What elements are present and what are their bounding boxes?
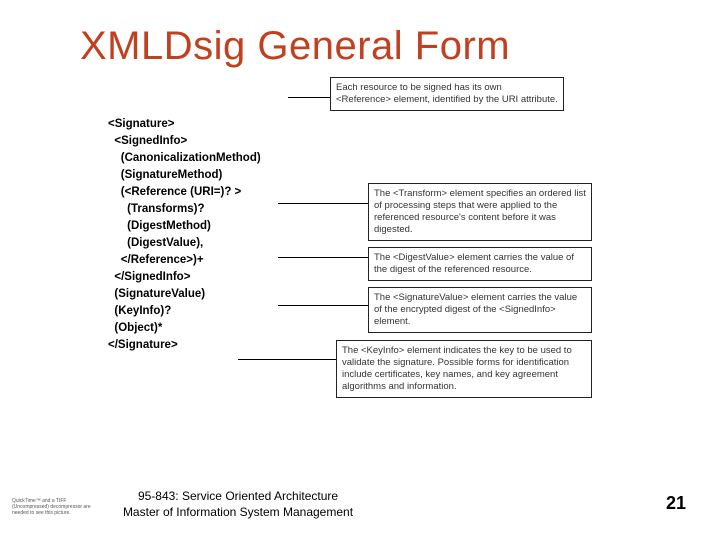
code-line: <Signature>: [108, 118, 174, 130]
callout-reference-uri: Each resource to be signed has its own <…: [330, 77, 564, 111]
code-line: (DigestValue),: [108, 237, 203, 249]
code-line: (Transforms)?: [108, 203, 205, 215]
diagram-area: <Signature> <SignedInfo> (Canonicalizati…: [108, 99, 648, 439]
connector-line: [288, 97, 330, 98]
page-number: 21: [666, 493, 686, 514]
code-line: (<Reference (URI=)? >: [108, 186, 241, 198]
connector-line: [278, 203, 368, 204]
code-line: (SignatureMethod): [108, 169, 222, 181]
code-line: (SignatureValue): [108, 288, 205, 300]
footer-course-info: 95-843: Service Oriented Architecture Ma…: [108, 488, 368, 520]
connector-line: [238, 359, 336, 360]
code-line: </Signature>: [108, 339, 178, 351]
footer-dept: Master of Information System Management: [108, 504, 368, 520]
slide-title: XMLDsig General Form: [0, 0, 720, 69]
quicktime-placeholder-text: QuickTime™ and a TIFF (Uncompressed) dec…: [12, 498, 92, 516]
code-line: (KeyInfo)?: [108, 305, 171, 317]
callout-digestvalue: The <DigestValue> element carries the va…: [368, 247, 592, 281]
footer-course: 95-843: Service Oriented Architecture: [108, 488, 368, 504]
callout-keyinfo: The <KeyInfo> element indicates the key …: [336, 340, 592, 398]
connector-line: [278, 305, 368, 306]
code-line: <SignedInfo>: [108, 135, 187, 147]
code-line: (CanonicalizationMethod): [108, 152, 261, 164]
code-line: </Reference>)+: [108, 254, 204, 266]
code-line: </SignedInfo>: [108, 271, 190, 283]
code-line: (DigestMethod): [108, 220, 211, 232]
code-line: (Object)*: [108, 322, 162, 334]
callout-transform: The <Transform> element specifies an ord…: [368, 183, 592, 241]
callout-signaturevalue: The <SignatureValue> element carries the…: [368, 287, 592, 333]
connector-line: [278, 257, 368, 258]
